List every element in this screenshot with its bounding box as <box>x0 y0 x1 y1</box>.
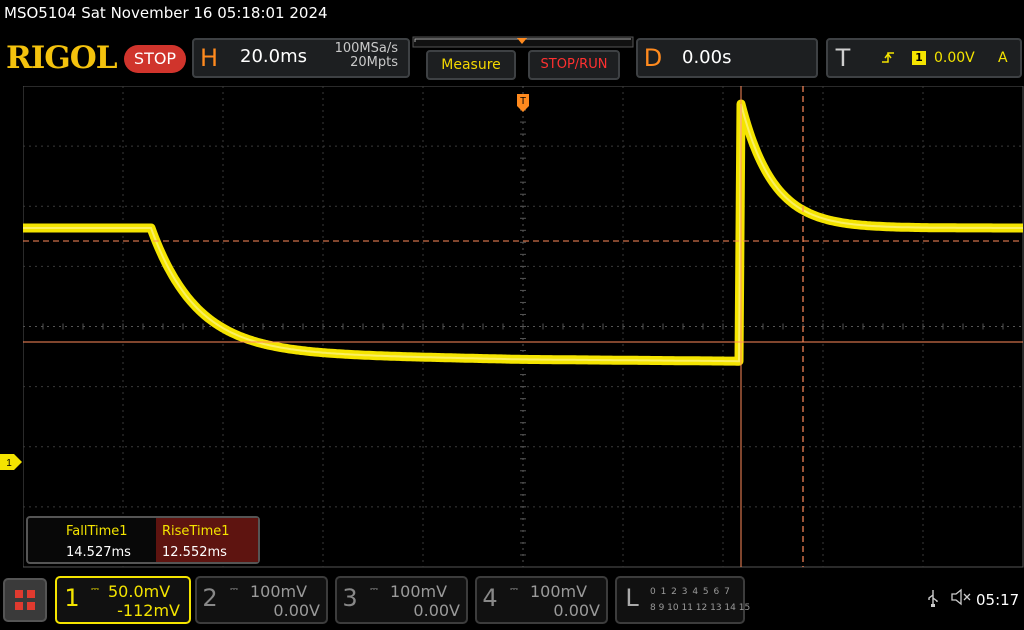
trigger-level: 0.00V <box>934 50 975 66</box>
system-clock: 05:17 <box>976 591 1020 609</box>
channel4-offset: 0.00V <box>553 601 600 620</box>
waveform-display[interactable]: T <box>23 86 1024 568</box>
channel4-number: 4 <box>482 584 498 612</box>
channel2-number: 2 <box>202 584 218 612</box>
channel3-offset: 0.00V <box>413 601 460 620</box>
channel2-scale: 100mV <box>250 582 308 601</box>
trigger-edge-icon <box>882 52 894 63</box>
logic-channels-row1: 0 1 2 3 4 5 6 7 <box>650 587 731 597</box>
channel1-scale: 50.0mV <box>108 582 171 601</box>
run-state-badge[interactable]: STOP <box>124 45 186 73</box>
sound-muted-icon[interactable] <box>950 588 972 610</box>
delay-value: 0.00s <box>682 47 732 68</box>
delay-letter: D <box>643 44 663 72</box>
fall-time-label: FallTime1 <box>66 524 128 539</box>
dc-coupling-icon: ⎓ <box>230 584 238 595</box>
trigger-source-badge: 1 <box>912 51 926 65</box>
trigger-marker-letter: T <box>520 96 526 107</box>
main-menu-button[interactable] <box>3 578 47 622</box>
fall-time-value: 14.527ms <box>66 545 131 560</box>
channel3-number: 3 <box>342 584 358 612</box>
sample-rate: 100MSa/s <box>334 41 398 56</box>
memory-depth: 20Mpts <box>350 55 398 70</box>
trigger-mode: A <box>998 50 1008 66</box>
waveform-overview[interactable] <box>412 36 634 50</box>
window-title: MSO5104 Sat November 16 05:18:01 2024 <box>4 4 328 22</box>
usb-icon <box>926 589 940 611</box>
timebase-value: 20.0ms <box>240 46 307 67</box>
dc-coupling-icon: ⎓ <box>370 584 378 595</box>
rise-time-value: 12.552ms <box>162 545 227 560</box>
logic-letter: L <box>625 584 639 612</box>
channel1-number: 1 <box>64 584 80 612</box>
stop-run-button[interactable]: STOP/RUN <box>528 50 620 80</box>
dc-coupling-icon: ⎓ <box>510 584 518 595</box>
logic-channels-row2: 8 9 10 11 12 13 14 15 <box>650 603 751 613</box>
grid-menu-icon <box>15 590 35 610</box>
rigol-logo: RIGOL <box>6 40 118 76</box>
sample-info: 100MSa/s 20Mpts <box>320 42 398 70</box>
horizontal-letter: H <box>199 44 219 72</box>
trigger-letter: T <box>835 44 851 72</box>
dc-coupling-icon: ⎓ <box>91 584 99 595</box>
measure-button[interactable]: Measure <box>426 50 516 80</box>
channel1-offset: -112mV <box>117 601 180 620</box>
rise-time-label: RiseTime1 <box>162 524 230 539</box>
channel3-scale: 100mV <box>390 582 448 601</box>
channel1-marker-label: 1 <box>6 458 12 469</box>
channel1-offset-marker[interactable]: 1 <box>0 454 24 470</box>
channel4-scale: 100mV <box>530 582 588 601</box>
channel2-offset: 0.00V <box>273 601 320 620</box>
